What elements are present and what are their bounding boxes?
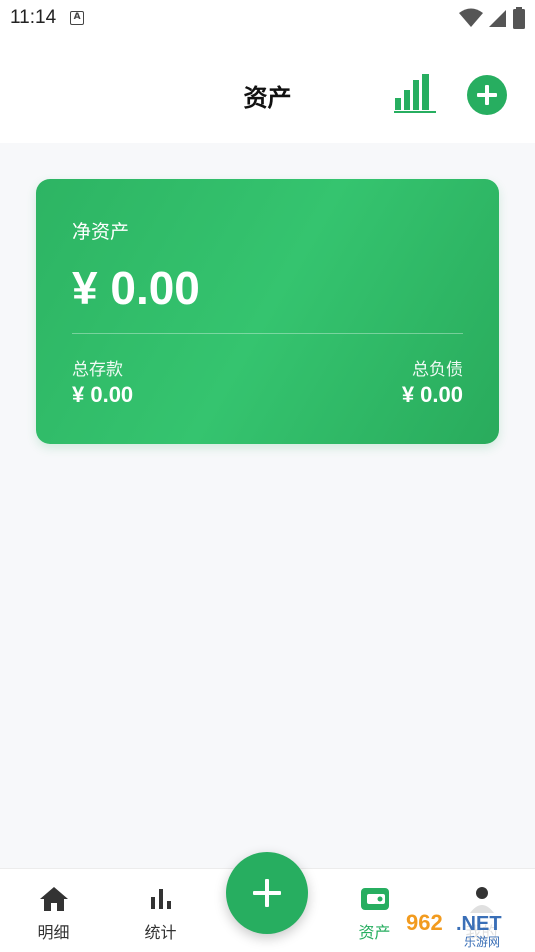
net-assets-label: 净资产: [72, 221, 130, 243]
page-title: 资产: [243, 84, 292, 112]
bar-chart-icon: [150, 889, 171, 909]
notification-icon: A: [70, 11, 85, 25]
battery-icon: [513, 7, 525, 29]
card-divider: [72, 333, 463, 334]
plus-icon: [477, 85, 497, 105]
app-header: 资产: [0, 36, 535, 143]
nav-item-statistics[interactable]: 统计: [107, 869, 214, 952]
bar-chart-icon: [394, 74, 436, 113]
total-deposit-label: 总存款: [72, 360, 123, 380]
total-debt-value: ¥ 0.00: [401, 382, 463, 407]
add-account-button[interactable]: [467, 75, 507, 115]
status-bar: 11:14 A: [0, 0, 535, 36]
site-watermark: 962 .NET 乐游网: [398, 900, 532, 950]
status-time: 11:14: [10, 7, 57, 28]
net-assets-value: ¥ 0.00: [72, 262, 200, 314]
nav-item-details[interactable]: 明细: [0, 869, 107, 952]
nav-label-statistics: 统计: [144, 923, 177, 942]
svg-text:.NET: .NET: [456, 913, 502, 935]
total-deposit-value: ¥ 0.00: [72, 382, 134, 407]
net-assets-card[interactable]: 净资产 ¥ 0.00 总存款 ¥ 0.00 总负债 ¥ 0.00: [36, 179, 499, 444]
total-debt-label: 总负债: [412, 360, 463, 380]
signal-icon: [489, 10, 506, 27]
add-record-fab[interactable]: [226, 852, 308, 934]
statistics-button[interactable]: [392, 72, 438, 114]
svg-text:962: 962: [406, 910, 443, 935]
svg-text:乐游网: 乐游网: [464, 935, 500, 949]
watermark-logo: 962 .NET 乐游网: [398, 904, 532, 949]
wallet-icon: [360, 888, 389, 910]
wifi-icon: [459, 8, 483, 27]
plus-icon: [253, 879, 281, 907]
nav-label-assets: 资产: [358, 923, 391, 942]
home-icon: [39, 887, 68, 911]
nav-label-details: 明细: [37, 923, 70, 942]
